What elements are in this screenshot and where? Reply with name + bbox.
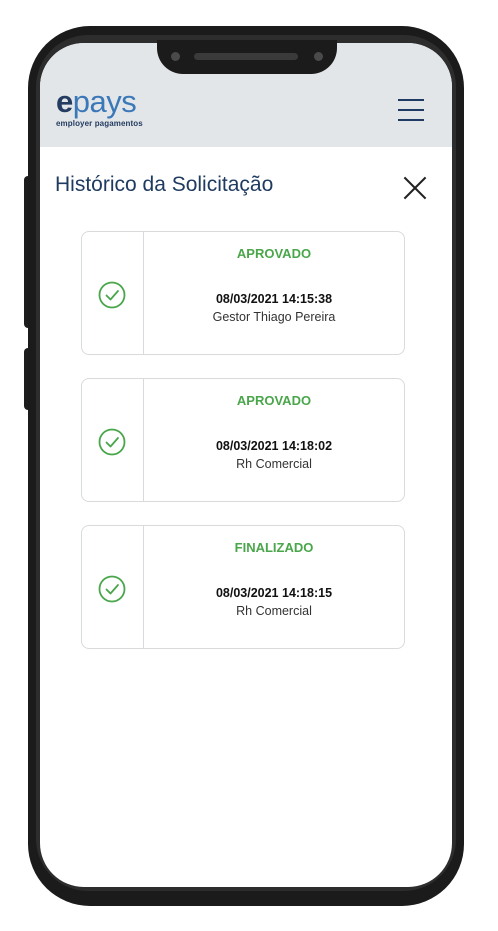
check-circle-icon xyxy=(98,428,126,456)
epays-logo[interactable]: epays employer pagamentos xyxy=(56,84,143,128)
camera-icon xyxy=(171,52,180,61)
status-label: APROVADO xyxy=(236,246,312,261)
status-actor: Rh Comercial xyxy=(236,604,312,618)
history-card: FINALIZADO 08/03/2021 14:18:15 Rh Comercia… xyxy=(81,525,405,649)
status-actor: Rh Comercial xyxy=(236,457,312,471)
menu-bar xyxy=(398,109,424,111)
check-circle-icon xyxy=(98,575,126,603)
status-label: FINALIZADO xyxy=(234,540,314,555)
history-card: APROVADO 08/03/2021 14:15:38 Gestor Thiago… xyxy=(81,231,405,355)
modal-title: Histórico da Solicitação xyxy=(55,173,274,196)
close-icon[interactable] xyxy=(402,175,428,201)
status-icon-column xyxy=(82,232,144,354)
status-datetime: 08/03/2021 14:18:02 xyxy=(215,439,333,453)
speaker-grille xyxy=(194,53,298,60)
logo-main: pays xyxy=(72,84,137,119)
history-card: APROVADO 08/03/2021 14:18:02 Rh Comercial xyxy=(81,378,405,502)
sensor-icon xyxy=(314,52,323,61)
menu-bar xyxy=(398,99,424,101)
logo-tagline: employer pagamentos xyxy=(56,119,143,128)
status-icon-column xyxy=(82,379,144,501)
status-datetime: 08/03/2021 14:18:15 xyxy=(215,586,333,600)
logo-wordmark: epays xyxy=(56,84,143,119)
status-label: APROVADO xyxy=(236,393,312,408)
logo-e: e xyxy=(56,84,73,119)
check-circle-icon xyxy=(98,281,126,309)
status-icon-column xyxy=(82,526,144,648)
status-datetime: 08/03/2021 14:15:38 xyxy=(215,292,333,306)
status-actor: Gestor Thiago Pereira xyxy=(212,310,336,324)
phone-notch xyxy=(157,40,337,74)
app-screen: epays employer pagamentos Histórico da S… xyxy=(40,43,452,887)
hamburger-icon[interactable] xyxy=(398,99,426,123)
menu-bar xyxy=(398,119,424,121)
